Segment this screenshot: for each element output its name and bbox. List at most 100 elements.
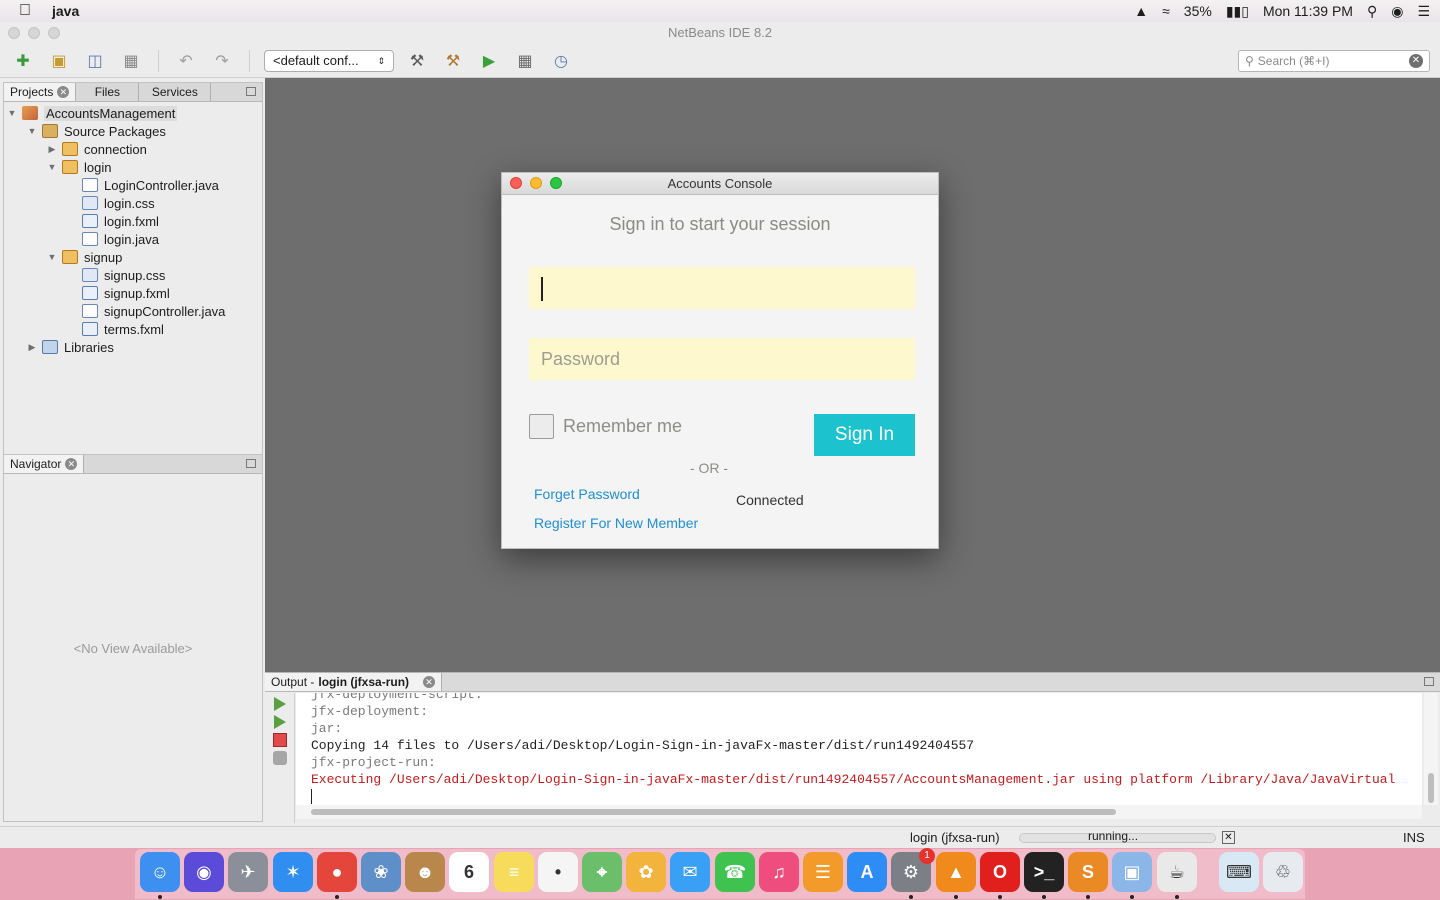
tree-node-file[interactable]: signup.css <box>4 266 262 284</box>
new-project-button[interactable]: ▣ <box>46 48 72 74</box>
output-input-line[interactable] <box>311 788 1422 805</box>
tree-node-package-signup[interactable]: ▼ signup <box>4 248 262 266</box>
dock-trash-icon[interactable]: ♲ <box>1263 852 1303 892</box>
minimize-panel-icon[interactable] <box>246 87 256 96</box>
minimize-window-button[interactable] <box>530 177 542 189</box>
tree-node-package-connection[interactable]: ▶ connection <box>4 140 262 158</box>
rerun-icon[interactable] <box>273 697 286 711</box>
zoom-window-button[interactable] <box>48 27 60 39</box>
dock-system-preferences-icon[interactable]: ⚙ 1 <box>891 848 935 892</box>
sign-in-button[interactable]: Sign In <box>814 414 915 456</box>
tree-node-libraries[interactable]: ▶ Libraries <box>4 338 262 356</box>
dock-chrome-icon[interactable]: ● <box>317 852 357 892</box>
stop-icon[interactable] <box>272 733 287 747</box>
close-icon[interactable]: ✕ <box>57 86 70 98</box>
tree-node-file[interactable]: LoginController.java <box>4 176 262 194</box>
scrollbar-thumb[interactable] <box>311 809 1116 815</box>
tree-node-source-packages[interactable]: ▼ Source Packages <box>4 122 262 140</box>
app-menu-java[interactable]: java <box>52 3 79 19</box>
new-file-button[interactable]: ✚ <box>10 48 36 74</box>
dock-maps-icon[interactable]: ⌖ <box>582 852 622 892</box>
minimize-window-button[interactable] <box>28 27 40 39</box>
notification-center-icon[interactable]: ☰ <box>1417 3 1430 20</box>
zoom-window-button[interactable] <box>550 177 562 189</box>
dock-vlc-icon[interactable]: ▲ <box>936 852 976 892</box>
dock-terminal-icon[interactable]: >_ <box>1024 852 1064 892</box>
dock-ibooks-icon[interactable]: ☰ <box>803 852 843 892</box>
expand-toggle-icon[interactable]: ▶ <box>46 144 58 155</box>
clear-search-icon[interactable]: ✕ <box>1409 53 1423 68</box>
debug-project-button[interactable]: ▦ <box>512 48 538 74</box>
dock-sublime-text-icon[interactable]: S <box>1068 852 1108 892</box>
dock-finder-icon[interactable]: ☺ <box>140 852 180 892</box>
remember-me-row[interactable]: Remember me <box>529 414 682 439</box>
clock[interactable]: Mon 11:39 PM <box>1263 3 1353 19</box>
dock-contacts-icon[interactable]: ☻ <box>405 852 445 892</box>
close-icon[interactable]: ✕ <box>65 458 78 470</box>
redo-button[interactable]: ↷ <box>209 48 235 74</box>
tab-files[interactable]: Files <box>76 83 140 101</box>
settings-icon[interactable] <box>272 751 287 765</box>
maximize-panel-icon[interactable] <box>1424 677 1434 686</box>
tree-node-file[interactable]: signupController.java <box>4 302 262 320</box>
dock-launchpad-icon[interactable]: ✈ <box>228 852 268 892</box>
scrollbar-thumb[interactable] <box>1428 773 1434 803</box>
dock-siri-icon[interactable]: ◉ <box>184 852 224 892</box>
dock-safari-icon[interactable]: ✶ <box>273 852 313 892</box>
dock-itunes-icon[interactable]: ♫ <box>759 852 799 892</box>
dock-virtualbox-icon[interactable]: ▣ <box>1112 852 1152 892</box>
run-project-button[interactable]: ▶ <box>476 48 502 74</box>
forgot-password-link[interactable]: Forget Password <box>534 486 640 502</box>
expand-toggle-icon[interactable]: ▼ <box>46 252 58 262</box>
clean-build-button[interactable]: ⚒ <box>440 48 466 74</box>
apple-icon[interactable]:  <box>10 2 40 20</box>
dock-java-icon[interactable]: ☕ <box>1157 852 1197 892</box>
undo-button[interactable]: ↶ <box>173 48 199 74</box>
siri-icon[interactable]: ◉ <box>1391 3 1403 20</box>
profile-project-button[interactable]: ◷ <box>548 48 574 74</box>
tree-node-project[interactable]: ▼ AccountsManagement <box>4 104 262 122</box>
tab-navigator[interactable]: Navigator ✕ <box>4 455 85 473</box>
tab-services[interactable]: Services <box>139 83 212 101</box>
dock-messages-icon[interactable]: ✉ <box>670 852 710 892</box>
dock-app-store-icon[interactable]: A <box>847 852 887 892</box>
close-window-button[interactable] <box>8 27 20 39</box>
dock-calendar-icon[interactable]: 6 <box>449 852 489 892</box>
output-console[interactable]: jfx-deployment-script: jfx-deployment: j… <box>296 693 1422 805</box>
open-project-button[interactable]: ◫ <box>82 48 108 74</box>
expand-toggle-icon[interactable]: ▼ <box>26 126 38 136</box>
expand-toggle-icon[interactable]: ▶ <box>26 342 38 353</box>
save-all-button[interactable]: ▦ <box>118 48 144 74</box>
tree-node-package-login[interactable]: ▼ login <box>4 158 262 176</box>
close-icon[interactable]: ✕ <box>423 676 436 688</box>
tab-projects[interactable]: Projects ✕ <box>4 83 77 101</box>
dock-preview-icon[interactable]: ❀ <box>361 852 401 892</box>
dock-facetime-icon[interactable]: ☎ <box>715 852 755 892</box>
running-task-name[interactable]: login (jfxsa-run) <box>910 830 1000 845</box>
username-field[interactable] <box>529 267 915 309</box>
output-vertical-scrollbar[interactable] <box>1424 693 1438 805</box>
password-field[interactable]: Password <box>529 338 915 380</box>
cancel-task-icon[interactable]: ✕ <box>1222 831 1235 844</box>
output-horizontal-scrollbar[interactable] <box>296 805 1422 819</box>
dock-photos-icon[interactable]: ✿ <box>626 852 666 892</box>
expand-toggle-icon[interactable]: ▼ <box>6 108 18 118</box>
build-project-button[interactable]: ⚒ <box>404 48 430 74</box>
minimize-panel-icon[interactable] <box>246 459 256 468</box>
tab-output[interactable]: Output - login (jfxsa-run) ✕ <box>265 673 443 691</box>
tree-node-file[interactable]: terms.fxml <box>4 320 262 338</box>
wifi-icon[interactable]: ≈ <box>1162 3 1170 19</box>
vlc-menu-icon[interactable]: ▲ <box>1134 3 1148 19</box>
close-window-button[interactable] <box>510 177 522 189</box>
expand-toggle-icon[interactable]: ▼ <box>46 162 58 172</box>
ide-search-field[interactable]: ⚲ Search (⌘+I) ✕ <box>1238 49 1430 72</box>
remember-me-checkbox[interactable] <box>529 414 554 439</box>
rerun-with-options-icon[interactable] <box>273 715 286 729</box>
spotlight-search-icon[interactable]: ⚲ <box>1367 3 1377 20</box>
dock-reminders-icon[interactable]: • <box>538 852 578 892</box>
dock-keyboard-viewer-icon[interactable]: ⌨ <box>1219 852 1259 892</box>
dock-notes-icon[interactable]: ≡ <box>494 852 534 892</box>
battery-icon[interactable]: ▮▮▯ <box>1226 3 1249 20</box>
register-link[interactable]: Register For New Member <box>534 515 698 531</box>
tree-node-file[interactable]: signup.fxml <box>4 284 262 302</box>
